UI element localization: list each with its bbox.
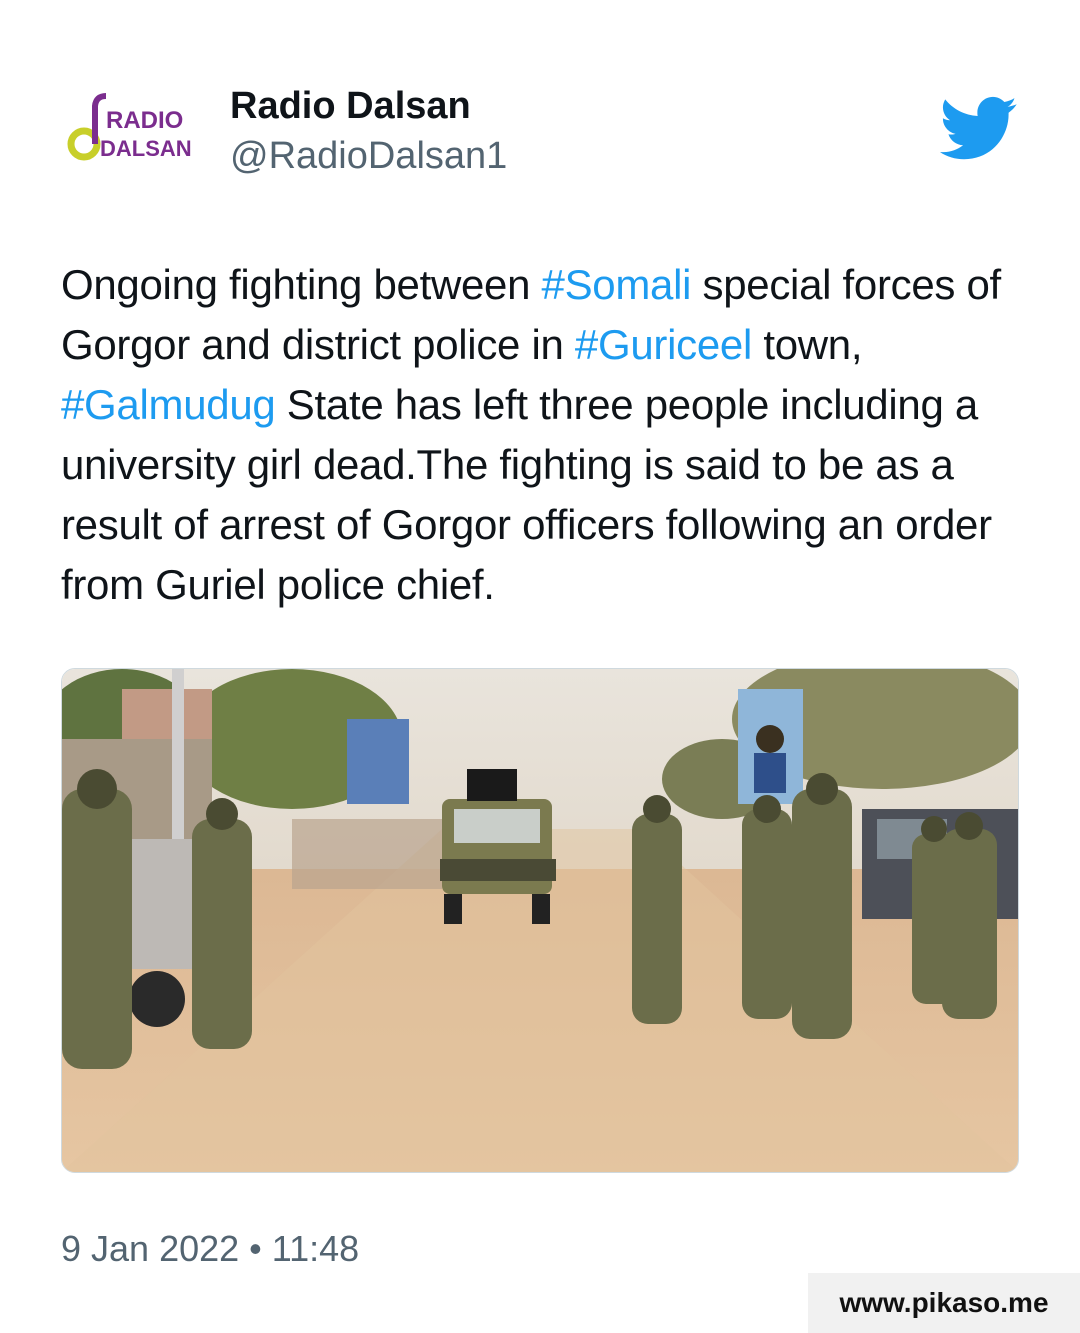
account-names: Radio Dalsan @RadioDalsan1 [230,82,507,178]
twitter-bird-icon[interactable] [940,96,1018,162]
watermark: www.pikaso.me [808,1273,1080,1333]
tweet-card: RADIO DALSAN Radio Dalsan @RadioDalsan1 … [0,0,1080,1333]
logo-text-dalsan: DALSAN [100,136,192,161]
avatar[interactable]: RADIO DALSAN [62,82,200,192]
radio-dalsan-logo: RADIO DALSAN [67,93,192,161]
photo-soldiers-street [62,669,1018,1172]
tweet-header: RADIO DALSAN Radio Dalsan @RadioDalsan1 [62,82,1022,192]
tweet-timestamp[interactable]: 9 Jan 2022 • 11:48 [61,1228,359,1270]
logo-text-radio: RADIO [106,107,183,134]
tweet-text-segment: Ongoing fighting between [61,261,542,308]
tweet-body: Ongoing fighting between #Somali special… [61,255,1021,615]
hashtag-guriceel-link[interactable]: #Guriceel [575,321,752,368]
tweet-text-segment: town, [751,321,863,368]
account-handle[interactable]: @RadioDalsan1 [230,134,507,178]
hashtag-galmudug-link[interactable]: #Galmudug [61,381,276,428]
hashtag-somali-link[interactable]: #Somali [542,261,692,308]
display-name[interactable]: Radio Dalsan [230,84,507,128]
tweet-photo[interactable] [61,668,1019,1173]
